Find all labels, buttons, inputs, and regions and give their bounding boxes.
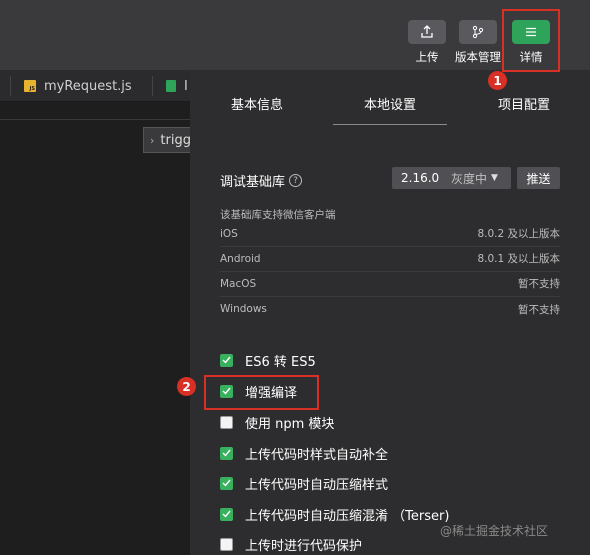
support-os: Android	[220, 252, 261, 265]
support-req: 8.0.1 及以上版本	[477, 253, 560, 265]
support-os: MacOS	[220, 277, 257, 290]
option-upload-style-autoprefix[interactable]: 上传代码时样式自动补全	[220, 444, 389, 463]
checkbox-checked-icon[interactable]	[220, 476, 233, 490]
option-use-npm[interactable]: 使用 npm 模块	[220, 413, 335, 432]
support-os: Windows	[220, 303, 267, 315]
caret-down-icon: ▼	[491, 173, 498, 183]
option-label: 上传代码时自动压缩混淆 （Terser)	[245, 508, 450, 524]
checkbox-checked-icon[interactable]	[220, 446, 233, 460]
panel-tabs: 基本信息 本地设置 项目配置	[190, 70, 590, 126]
tab-label: myRequest.js	[44, 78, 132, 94]
highlight-box-enhanced-compile	[204, 375, 319, 410]
checkbox-checked-icon[interactable]	[220, 507, 233, 521]
debug-lib-label: 调试基础库 ?	[220, 171, 303, 190]
option-label: 上传代码时样式自动补全	[245, 447, 389, 463]
option-upload-terser[interactable]: 上传代码时自动压缩混淆 （Terser)	[220, 505, 450, 524]
option-label: 使用 npm 模块	[245, 416, 335, 432]
tab-label: I	[184, 78, 188, 94]
code-editor[interactable]: › trigg	[0, 103, 191, 555]
lib-version: 2.16.0	[401, 171, 440, 185]
step-badge-2: 2	[177, 377, 196, 396]
option-label: 上传时进行代码保护	[245, 538, 363, 554]
support-row: Android 8.0.1 及以上版本	[220, 246, 560, 272]
tab-local-settings[interactable]: 本地设置	[364, 94, 416, 113]
option-upload-minify-style[interactable]: 上传代码时自动压缩样式	[220, 474, 389, 493]
active-tab-underline	[333, 124, 447, 125]
breadcrumb[interactable]: › trigg	[143, 127, 191, 153]
option-label: ES6 转 ES5	[245, 354, 316, 370]
tab-divider	[10, 76, 11, 96]
branch-icon	[459, 20, 497, 44]
support-os: iOS	[220, 227, 238, 240]
step-badge-1: 1	[488, 71, 507, 90]
checkbox-unchecked-icon[interactable]	[220, 537, 233, 551]
help-icon[interactable]: ?	[289, 174, 303, 187]
version-manage-label: 版本管理	[455, 50, 501, 64]
tab-second-file[interactable]: I	[166, 70, 188, 102]
support-row: Windows 暂不支持	[220, 296, 560, 322]
support-row: MacOS 暂不支持	[220, 271, 560, 297]
js-file-icon: JS	[24, 80, 36, 92]
details-panel: 基本信息 本地设置 项目配置 调试基础库 ? 2.16.0 灰度中 ▼ 推送 该…	[190, 70, 590, 555]
upload-icon	[408, 20, 446, 44]
checkbox-unchecked-icon[interactable]	[220, 415, 233, 429]
highlight-box-details	[502, 9, 560, 72]
option-es6-to-es5[interactable]: ES6 转 ES5	[220, 351, 316, 370]
push-button[interactable]: 推送	[517, 167, 560, 189]
editor-divider	[0, 119, 190, 120]
upload-button[interactable]: 上传	[407, 20, 447, 65]
editor-tab-bar: JS myRequest.js I	[0, 70, 190, 102]
lib-version-select[interactable]: 2.16.0 灰度中 ▼	[392, 167, 511, 189]
option-label: 上传代码时自动压缩样式	[245, 477, 389, 493]
checkbox-checked-icon[interactable]	[220, 353, 233, 367]
option-code-protect[interactable]: 上传时进行代码保护	[220, 535, 363, 554]
version-manage-button[interactable]: 版本管理	[455, 20, 501, 65]
file-icon	[166, 80, 176, 92]
watermark: @稀土掘金技术社区	[440, 524, 549, 538]
tab-project-config[interactable]: 项目配置	[498, 94, 550, 113]
support-row: iOS 8.0.2 及以上版本	[220, 221, 560, 247]
tab-basic-info[interactable]: 基本信息	[231, 94, 283, 113]
tab-myrequest[interactable]: JS myRequest.js	[24, 70, 132, 102]
upload-label: 上传	[415, 50, 439, 64]
debug-lib-text: 调试基础库	[220, 175, 286, 190]
support-req: 暂不支持	[518, 303, 560, 316]
support-heading: 该基础库支持微信客户端	[220, 209, 336, 221]
lib-channel: 灰度中	[451, 171, 488, 186]
breadcrumb-label: trigg	[160, 132, 191, 148]
support-req: 8.0.2 及以上版本	[477, 228, 560, 240]
tab-divider	[152, 76, 153, 96]
support-req: 暂不支持	[518, 278, 560, 290]
chevron-right-icon: ›	[150, 133, 155, 147]
